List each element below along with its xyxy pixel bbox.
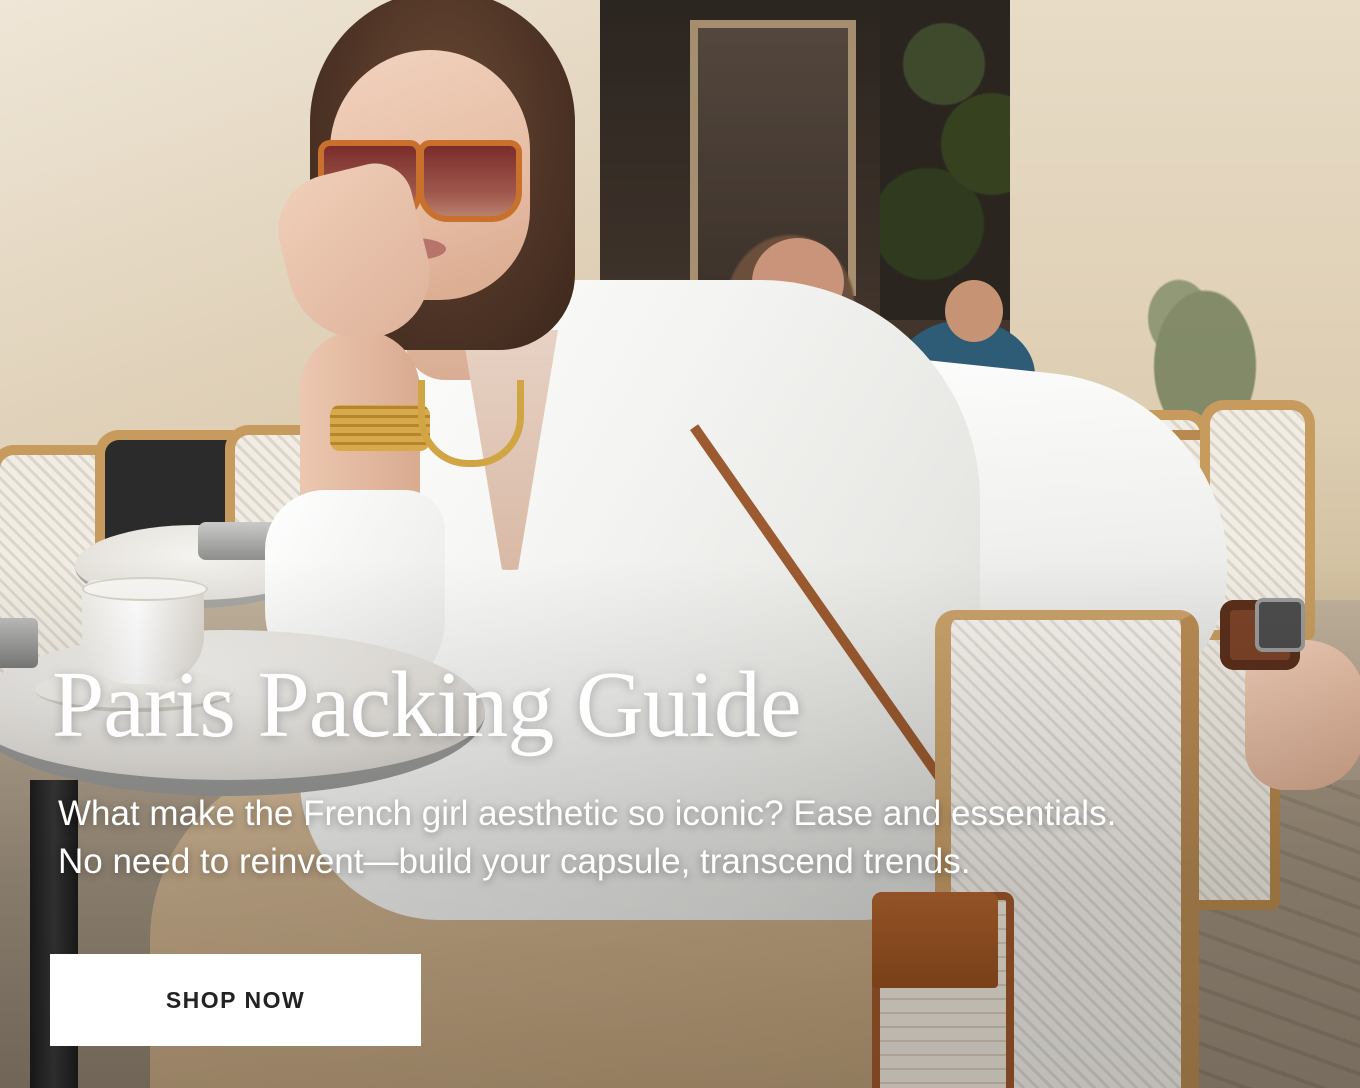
bracelets: [330, 405, 430, 451]
shop-now-button[interactable]: SHOP NOW: [50, 954, 421, 1046]
hero-subtitle-line: What make the French girl aesthetic so i…: [58, 794, 1117, 833]
hero-title: Paris Packing Guide: [52, 653, 802, 757]
hero-banner: Paris Packing Guide What make the French…: [0, 0, 1360, 1088]
hero-subtitle-line: No need to reinvent—build your capsule, …: [58, 842, 971, 881]
sunglasses-lens: [418, 140, 522, 222]
hero-subtitle: What make the French girl aesthetic so i…: [58, 790, 1258, 886]
background-patron-head: [945, 280, 1003, 342]
